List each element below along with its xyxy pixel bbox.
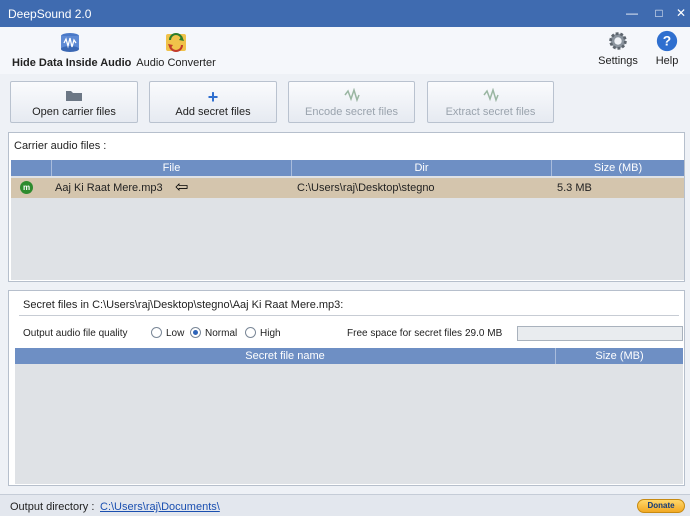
size-column-header[interactable]: Size (MB) xyxy=(551,160,684,176)
carrier-files-panel: Carrier audio files : File Dir Size (MB)… xyxy=(8,132,685,282)
title-bar: DeepSound 2.0 — □ ✕ xyxy=(0,0,690,27)
carrier-grid-header: File Dir Size (MB) xyxy=(11,160,684,176)
action-buttons: Open carrier files + Add secret files En… xyxy=(0,76,690,126)
svg-text:?: ? xyxy=(663,33,671,49)
gear-icon xyxy=(609,32,627,50)
free-space-label: Free space for secret files : xyxy=(347,328,468,339)
help-icon: ? xyxy=(656,30,678,52)
extract-secret-files-label: Extract secret files xyxy=(445,106,536,118)
open-carrier-files-label: Open carrier files xyxy=(32,106,116,118)
file-cell: Aaj Ki Raat Mere.mp3 xyxy=(55,182,163,194)
settings-button[interactable]: Settings xyxy=(596,29,640,67)
encode-secret-files-button[interactable]: Encode secret files xyxy=(288,81,415,123)
hide-data-tab[interactable]: Hide Data Inside Audio xyxy=(12,31,132,69)
divider xyxy=(19,315,679,316)
folder-icon xyxy=(11,88,137,106)
secret-name-column-header[interactable]: Secret file name xyxy=(15,348,555,364)
secret-size-column-header[interactable]: Size (MB) xyxy=(555,348,683,364)
output-directory-label: Output directory : xyxy=(10,501,95,513)
mp3-status-icon: m xyxy=(20,181,33,194)
database-audio-icon xyxy=(61,33,79,52)
extract-icon xyxy=(428,87,553,106)
quality-low-label[interactable]: Low xyxy=(166,328,184,339)
arrow-left-icon: ⇦ xyxy=(175,179,189,196)
minimize-icon[interactable]: — xyxy=(623,4,641,22)
status-bar: Output directory : C:\Users\raj\Document… xyxy=(0,494,690,516)
hide-data-label: Hide Data Inside Audio xyxy=(12,57,132,69)
carrier-grid-body: m Aaj Ki Raat Mere.mp3 ⇦ C:\Users\raj\De… xyxy=(11,176,684,280)
convert-icon xyxy=(166,33,186,52)
encode-secret-files-label: Encode secret files xyxy=(305,106,398,118)
audio-converter-tab[interactable]: Audio Converter xyxy=(136,31,216,69)
settings-label: Settings xyxy=(598,55,638,67)
status-column-header[interactable] xyxy=(11,160,51,176)
secret-grid-header: Secret file name Size (MB) xyxy=(15,348,683,364)
extract-secret-files-button[interactable]: Extract secret files xyxy=(427,81,554,123)
quality-row: Output audio file quality Low Normal Hig… xyxy=(23,326,683,342)
quality-high-radio[interactable] xyxy=(245,327,256,338)
secret-grid-body xyxy=(15,364,683,484)
open-carrier-files-button[interactable]: Open carrier files xyxy=(10,81,138,123)
size-cell: 5.3 MB xyxy=(557,182,592,194)
maximize-icon[interactable]: □ xyxy=(650,4,668,22)
donate-button[interactable]: Donate xyxy=(637,499,685,513)
file-column-header[interactable]: File xyxy=(51,160,291,176)
quality-low-radio[interactable] xyxy=(151,327,162,338)
encode-icon xyxy=(289,87,414,106)
free-space-value: 29.0 MB xyxy=(465,328,503,339)
window-title: DeepSound 2.0 xyxy=(8,7,92,21)
add-secret-files-button[interactable]: + Add secret files xyxy=(149,81,277,123)
secret-files-title: Secret files in C:\Users\raj\Desktop\ste… xyxy=(23,299,344,311)
ribbon-toolbar: Hide Data Inside Audio Audio Converter S… xyxy=(0,27,690,74)
plus-icon: + xyxy=(207,87,219,107)
close-icon[interactable]: ✕ xyxy=(672,4,690,22)
help-button[interactable]: ? Help xyxy=(650,29,684,67)
quality-normal-label[interactable]: Normal xyxy=(205,328,237,339)
output-directory-link[interactable]: C:\Users\raj\Documents\ xyxy=(100,501,220,513)
quality-label: Output audio file quality xyxy=(23,328,128,339)
audio-converter-label: Audio Converter xyxy=(136,57,216,69)
quality-high-label[interactable]: High xyxy=(260,328,281,339)
carrier-files-label: Carrier audio files : xyxy=(14,140,107,152)
dir-column-header[interactable]: Dir xyxy=(291,160,551,176)
free-space-progress-bar xyxy=(517,326,683,341)
dir-cell: C:\Users\raj\Desktop\stegno xyxy=(297,182,435,194)
quality-normal-radio[interactable] xyxy=(190,327,201,338)
help-label: Help xyxy=(655,55,679,67)
table-row[interactable]: m Aaj Ki Raat Mere.mp3 ⇦ C:\Users\raj\De… xyxy=(11,178,684,198)
secret-files-panel: Secret files in C:\Users\raj\Desktop\ste… xyxy=(8,290,685,486)
add-secret-files-label: Add secret files xyxy=(175,106,251,118)
